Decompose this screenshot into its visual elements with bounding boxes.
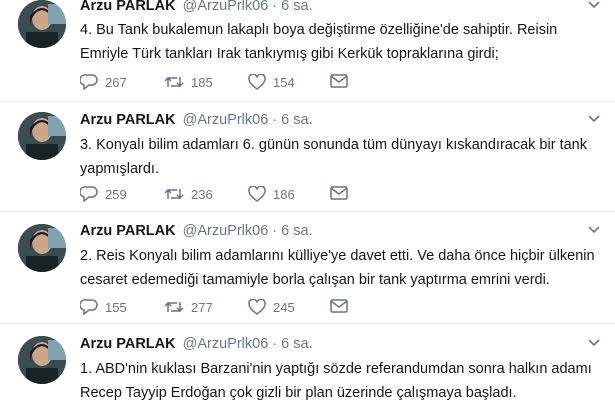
retweet-button[interactable]: 277 bbox=[164, 299, 213, 315]
separator: · bbox=[272, 112, 278, 128]
user-handle[interactable]: @ArzuPrlk06 bbox=[183, 0, 269, 14]
display-name[interactable]: Arzu PARLAK bbox=[80, 0, 176, 14]
timestamp[interactable]: 6 sa. bbox=[281, 223, 312, 239]
retweet-icon bbox=[164, 188, 184, 200]
reply-button[interactable]: 155 bbox=[80, 299, 127, 315]
tweet-text-line: 3. Konyalı bilim adamları 6. günün sonun… bbox=[80, 137, 587, 153]
tweet-text: 4. Bu Tank bukalemun lakaplı boya değişt… bbox=[80, 18, 600, 66]
like-button[interactable]: 245 bbox=[248, 299, 295, 315]
timestamp[interactable]: 6 sa. bbox=[281, 336, 312, 352]
retweet-button[interactable]: 236 bbox=[164, 186, 213, 202]
timestamp[interactable]: 6 sa. bbox=[281, 0, 312, 14]
reply-count: 155 bbox=[105, 299, 127, 315]
avatar[interactable] bbox=[18, 0, 66, 48]
tweet-text-line: Emriyle Türk tankları Irak tankıymış gib… bbox=[80, 46, 499, 62]
retweet-count: 236 bbox=[191, 186, 213, 202]
user-handle[interactable]: @ArzuPrlk06 bbox=[183, 112, 269, 128]
retweet-button[interactable]: 185 bbox=[164, 74, 213, 90]
retweet-count: 277 bbox=[191, 299, 213, 315]
like-count: 186 bbox=[273, 186, 295, 202]
tweet-text-line: cesaret edemediği tamamiyle borla çalışa… bbox=[80, 272, 550, 288]
like-count: 245 bbox=[273, 299, 295, 315]
retweet-icon bbox=[164, 301, 184, 313]
tweet-text: 1. ABD'nin kuklası Barzani'nin yaptığı s… bbox=[80, 357, 600, 405]
retweet-count: 185 bbox=[191, 74, 213, 90]
tweet[interactable]: Arzu PARLAK @ArzuPrlk06 · 6 sa. 4. Bu Ta… bbox=[0, 0, 615, 102]
reply-button[interactable]: 267 bbox=[80, 74, 127, 90]
display-name[interactable]: Arzu PARLAK bbox=[80, 112, 176, 128]
display-name[interactable]: Arzu PARLAK bbox=[80, 223, 176, 239]
heart-icon bbox=[248, 74, 266, 90]
direct-message-icon bbox=[330, 186, 348, 200]
user-handle[interactable]: @ArzuPrlk06 bbox=[183, 223, 269, 239]
reply-count: 267 bbox=[105, 74, 127, 90]
display-name[interactable]: Arzu PARLAK bbox=[80, 336, 176, 352]
reply-icon bbox=[80, 186, 98, 202]
like-button[interactable]: 186 bbox=[248, 186, 295, 202]
chevron-down-icon[interactable] bbox=[587, 0, 601, 10]
separator: · bbox=[272, 0, 278, 14]
direct-message-button[interactable] bbox=[330, 299, 348, 313]
tweet-text-line: 2. Reis Konyalı bilim adamlarını külliye… bbox=[80, 248, 595, 264]
reply-button[interactable]: 259 bbox=[80, 186, 127, 202]
tweet-header: Arzu PARLAK @ArzuPrlk06 · 6 sa. bbox=[80, 112, 313, 128]
tweet-header: Arzu PARLAK @ArzuPrlk06 · 6 sa. bbox=[80, 223, 313, 239]
avatar[interactable] bbox=[18, 224, 66, 272]
reply-icon bbox=[80, 74, 98, 90]
timestamp[interactable]: 6 sa. bbox=[281, 112, 312, 128]
tweet-feed: Arzu PARLAK @ArzuPrlk06 · 6 sa. 4. Bu Ta… bbox=[0, 0, 615, 410]
direct-message-button[interactable] bbox=[330, 74, 348, 88]
tweet-text: 2. Reis Konyalı bilim adamlarını külliye… bbox=[80, 244, 600, 292]
tweet-header: Arzu PARLAK @ArzuPrlk06 · 6 sa. bbox=[80, 0, 313, 14]
avatar[interactable] bbox=[18, 336, 66, 384]
tweet-text-line: 4. Bu Tank bukalemun lakaplı boya değişt… bbox=[80, 22, 558, 38]
chevron-down-icon[interactable] bbox=[587, 225, 601, 235]
heart-icon bbox=[248, 186, 266, 202]
tweet-text-line: Recep Tayyip Erdoğan çok gizli bir plan … bbox=[80, 385, 517, 401]
retweet-icon bbox=[164, 76, 184, 88]
heart-icon bbox=[248, 299, 266, 315]
tweet[interactable]: Arzu PARLAK @ArzuPrlk06 · 6 sa. 2. Reis … bbox=[0, 212, 615, 324]
direct-message-icon bbox=[330, 74, 348, 88]
tweet-text-line: 1. ABD'nin kuklası Barzani'nin yaptığı s… bbox=[80, 361, 592, 377]
separator: · bbox=[272, 223, 278, 239]
chevron-down-icon[interactable] bbox=[587, 338, 601, 348]
reply-count: 259 bbox=[105, 186, 127, 202]
avatar[interactable] bbox=[18, 112, 66, 160]
direct-message-button[interactable] bbox=[330, 186, 348, 200]
separator: · bbox=[272, 336, 278, 352]
like-count: 154 bbox=[273, 74, 295, 90]
chevron-down-icon[interactable] bbox=[587, 114, 601, 124]
tweet-header: Arzu PARLAK @ArzuPrlk06 · 6 sa. bbox=[80, 336, 313, 352]
tweet-text: 3. Konyalı bilim adamları 6. günün sonun… bbox=[80, 133, 600, 181]
tweet[interactable]: Arzu PARLAK @ArzuPrlk06 · 6 sa. 3. Konya… bbox=[0, 102, 615, 212]
direct-message-icon bbox=[330, 299, 348, 313]
reply-icon bbox=[80, 299, 98, 315]
user-handle[interactable]: @ArzuPrlk06 bbox=[183, 336, 269, 352]
like-button[interactable]: 154 bbox=[248, 74, 295, 90]
tweet-text-line: yapmışlardı. bbox=[80, 161, 159, 177]
tweet[interactable]: Arzu PARLAK @ArzuPrlk06 · 6 sa. 1. ABD'n… bbox=[0, 324, 615, 410]
